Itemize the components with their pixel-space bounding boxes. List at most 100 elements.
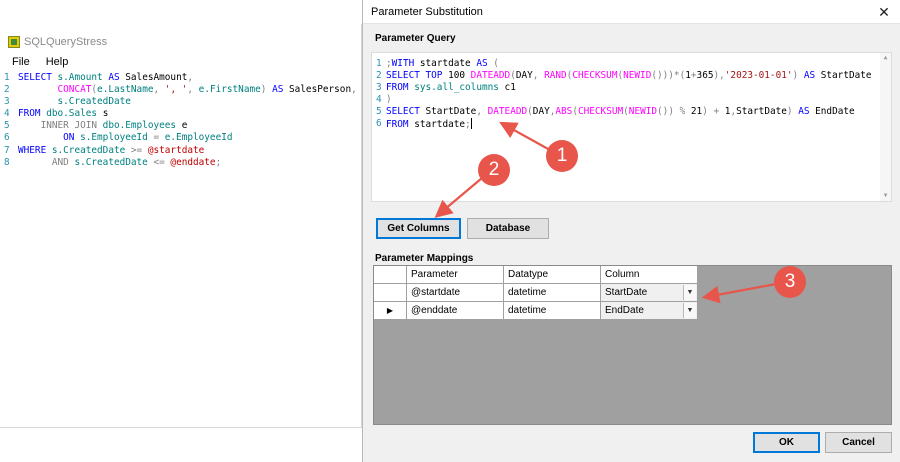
grid-corner-cell xyxy=(374,266,407,284)
code-token: AS xyxy=(798,106,816,118)
column-select[interactable]: EndDate ▼ xyxy=(601,302,698,320)
code-token: 365 xyxy=(696,70,714,82)
code-token: ', ' xyxy=(164,84,188,96)
code-token: sys.all_columns xyxy=(414,82,505,94)
table-row[interactable]: @startdate datetime StartDate ▼ xyxy=(374,284,698,302)
line-number: 4 xyxy=(376,94,382,106)
code-token: ( xyxy=(493,58,499,69)
menu-help[interactable]: Help xyxy=(46,56,69,68)
line-number: 6 xyxy=(4,132,10,144)
code-token: 21 xyxy=(690,106,703,118)
code-token: SELECT xyxy=(18,72,58,83)
code-token: '2023-01-01' xyxy=(724,70,793,82)
query-code-area: 1 ;WITH startdate AS (2 SELECT TOP 100 DAT… xyxy=(372,58,877,131)
database-button[interactable]: Database xyxy=(467,218,549,239)
code-token: CHECKSUM xyxy=(572,70,618,82)
cancel-button[interactable]: Cancel xyxy=(825,432,892,453)
code-token: e xyxy=(181,120,188,132)
code-token: startdate xyxy=(414,119,466,131)
table-row[interactable]: ▶ @enddate datetime EndDate ▼ xyxy=(374,302,698,320)
parameter-cell[interactable]: @enddate xyxy=(407,302,504,320)
code-token: CONCAT xyxy=(57,84,92,96)
code-line: 2 CONCAT(e.LastName, ', ', e.FirstName) … xyxy=(0,84,361,96)
chevron-down-icon[interactable]: ▼ xyxy=(683,285,696,300)
code-token: @startdate xyxy=(147,144,205,156)
code-token: DAY xyxy=(532,106,550,118)
code-token: ABS xyxy=(555,106,573,118)
code-token: ON xyxy=(63,132,81,144)
code-token: StartDate xyxy=(425,106,477,118)
annotation-badge-3: 3 xyxy=(774,266,806,298)
code-token: FROM xyxy=(18,108,47,120)
grid-header-datatype[interactable]: Datatype xyxy=(504,266,601,284)
code-token: dbo.Employees xyxy=(102,120,182,132)
code-token: DATEADD xyxy=(487,106,528,118)
chevron-down-icon[interactable]: ▼ xyxy=(683,303,696,318)
close-icon[interactable]: ✕ xyxy=(874,2,894,22)
sql-editor[interactable]: 1 SELECT s.Amount AS SalesAmount, 2 CONCAT… xyxy=(0,72,361,169)
code-token: FROM xyxy=(386,82,415,94)
code-token: e.LastName xyxy=(97,84,154,96)
code-line: 1 ;WITH startdate AS ( xyxy=(372,58,877,70)
app-logo-icon xyxy=(8,36,20,48)
code-token: ) xyxy=(792,70,804,82)
code-token: RAND xyxy=(544,70,567,82)
code-token: SELECT xyxy=(386,106,426,118)
grid-header-parameter[interactable]: Parameter xyxy=(407,266,504,284)
editor-scrollbar[interactable]: ▲ ▼ xyxy=(880,53,891,201)
datatype-cell[interactable]: datetime xyxy=(504,302,601,320)
code-token: dbo.Sales xyxy=(46,108,103,120)
scroll-up-icon[interactable]: ▲ xyxy=(880,53,891,63)
code-token: , xyxy=(532,70,545,82)
row-selector[interactable]: ▶ xyxy=(374,302,407,320)
code-token: ()))*( xyxy=(651,70,686,82)
code-line: 3 s.CreatedDate xyxy=(0,96,361,108)
code-token: e.EmployeeId xyxy=(164,132,233,144)
text-caret xyxy=(470,118,472,130)
code-token: NEWID xyxy=(623,70,652,82)
parameter-substitution-dialog: Parameter Substitution ✕ Parameter Query… xyxy=(362,0,900,462)
code-text: SELECT TOP 100 DATEADD(DAY, RAND(CHECKSU… xyxy=(386,70,872,82)
code-text: ) xyxy=(386,94,392,106)
code-token: , xyxy=(187,84,199,96)
line-number: 1 xyxy=(4,72,10,83)
code-token: INNER JOIN xyxy=(40,120,103,132)
code-text: ;WITH startdate AS ( xyxy=(386,58,499,70)
code-token: s.CreatedDate xyxy=(51,144,131,156)
parameter-cell[interactable]: @startdate xyxy=(407,284,504,302)
code-token: ()) % xyxy=(657,106,691,118)
code-token: EndDate xyxy=(815,106,855,118)
app-title-bar: SQLQueryStress xyxy=(8,35,107,49)
code-token: CHECKSUM xyxy=(577,106,624,118)
code-text: s.CreatedDate xyxy=(18,96,131,108)
line-number: 5 xyxy=(376,106,382,118)
row-selector[interactable] xyxy=(374,284,407,302)
get-columns-button[interactable]: Get Columns xyxy=(376,218,461,239)
code-text: INNER JOIN dbo.Employees e xyxy=(18,120,188,132)
ok-button[interactable]: OK xyxy=(753,432,820,453)
code-line: 2 SELECT TOP 100 DATEADD(DAY, RAND(CHECKS… xyxy=(372,70,877,82)
code-line: 3 FROM sys.all_columns c1 xyxy=(372,82,877,94)
line-number: 1 xyxy=(376,58,382,69)
line-number: 8 xyxy=(4,156,10,168)
column-select[interactable]: StartDate ▼ xyxy=(601,284,698,302)
code-token: DAY xyxy=(515,70,533,82)
code-token: SalesPerson xyxy=(289,84,352,96)
grid-header-column[interactable]: Column xyxy=(601,266,698,284)
menu-bar: File Help xyxy=(0,53,361,71)
code-token: DATEADD xyxy=(470,70,511,82)
scroll-down-icon[interactable]: ▼ xyxy=(880,191,891,201)
datatype-cell[interactable]: datetime xyxy=(504,284,601,302)
code-token: ) + xyxy=(702,106,725,118)
parameter-query-editor[interactable]: 1 ;WITH startdate AS (2 SELECT TOP 100 DAT… xyxy=(371,52,892,202)
annotation-badge-2: 2 xyxy=(478,154,510,186)
grid-header-row: Parameter Datatype Column xyxy=(374,266,698,284)
menu-file[interactable]: File xyxy=(12,56,30,68)
code-line: 5 SELECT StartDate, DATEADD(DAY,ABS(CHECK… xyxy=(372,106,877,118)
code-token: s.Amount xyxy=(57,72,109,83)
code-text: SELECT StartDate, DATEADD(DAY,ABS(CHECKS… xyxy=(386,106,855,118)
code-text: CONCAT(e.LastName, ', ', e.FirstName) AS… xyxy=(18,84,357,96)
